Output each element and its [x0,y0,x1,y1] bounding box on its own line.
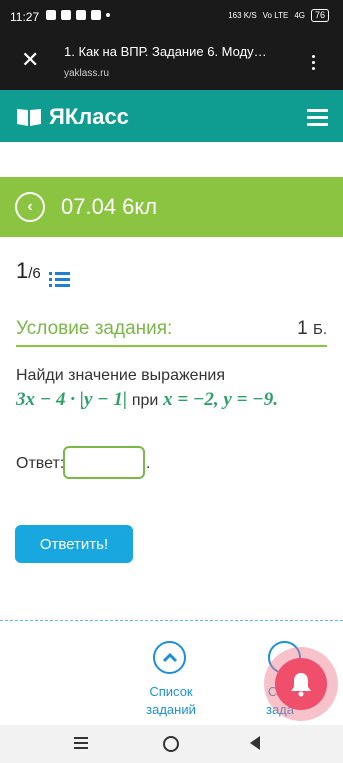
media-notification-icon [91,10,101,20]
home-icon[interactable] [163,736,179,752]
expression-vars: x = −2, y = −9. [163,389,278,410]
points-unit: Б. [312,321,327,338]
answer-suffix: . [146,455,151,472]
back-nav-icon[interactable] [250,736,260,750]
browser-toolbar: ✕ 1. Как на ВПР. Задание 6. Моду… yaklas… [0,34,343,90]
more-options-icon[interactable] [312,52,315,73]
battery-icon: 76 [310,9,329,22]
recent-apps-icon[interactable] [74,737,88,752]
answer-input[interactable] [63,446,145,479]
task-current: 1 [16,258,29,283]
expression-main: 3x − 4 · |y − 1| [16,389,128,410]
status-time: 11:27 [10,10,40,24]
square-notification-icon [76,10,86,20]
mail-notification-icon [61,10,71,20]
task-points: 1 Б. [297,318,327,340]
math-expression: 3x − 4 · |y − 1| при x = −2, y = −9. [16,389,278,411]
page-title: 1. Как на ВПР. Задание 6. Моду… [64,44,267,59]
task-counter: 1 /6 [16,258,70,293]
signal-icon: 4G [294,11,305,20]
site-header: ЯКласс [0,90,343,142]
page-url: yaklass.ru [64,68,110,79]
answer-label: Ответ: [16,455,65,472]
status-right: 163 K/S Vo LTE 4G 76 [228,9,329,22]
section-divider [0,620,343,621]
points-value: 1 [297,318,308,339]
course-header: ‹ 07.04 6кл [0,177,343,237]
system-navbar [0,725,343,763]
close-icon[interactable]: ✕ [21,48,39,72]
logo-text: ЯКласс [49,104,129,129]
task-total: /6 [28,265,41,282]
status-bar: 11:27 163 K/S Vo LTE 4G 76 [0,0,343,34]
divider [16,345,327,347]
submit-button[interactable]: Ответить! [15,525,133,563]
bell-icon[interactable] [275,658,327,710]
app-notification-icon [46,10,56,20]
task-list-link[interactable]: Список заданий [132,683,210,719]
network-speed: 163 K/S [228,11,257,20]
volte-indicator: Vo LTE [262,11,289,20]
site-logo[interactable]: ЯКласс [16,104,129,130]
chevron-up-icon[interactable] [153,641,186,674]
task-list-icon[interactable] [48,272,70,290]
condition-heading: Условие задания: [16,318,173,339]
back-icon[interactable]: ‹ [15,192,45,222]
task-prompt: Найди значение выражения [16,367,226,384]
book-icon [17,109,41,126]
expression-word: при [131,392,159,409]
menu-icon[interactable] [307,109,328,130]
task-list-label-line2: заданий [146,702,196,717]
course-title: 07.04 6кл [61,194,158,219]
task-list-label-line1: Список [149,684,193,699]
notification-icons [46,10,110,20]
more-notifications-icon [106,13,110,17]
